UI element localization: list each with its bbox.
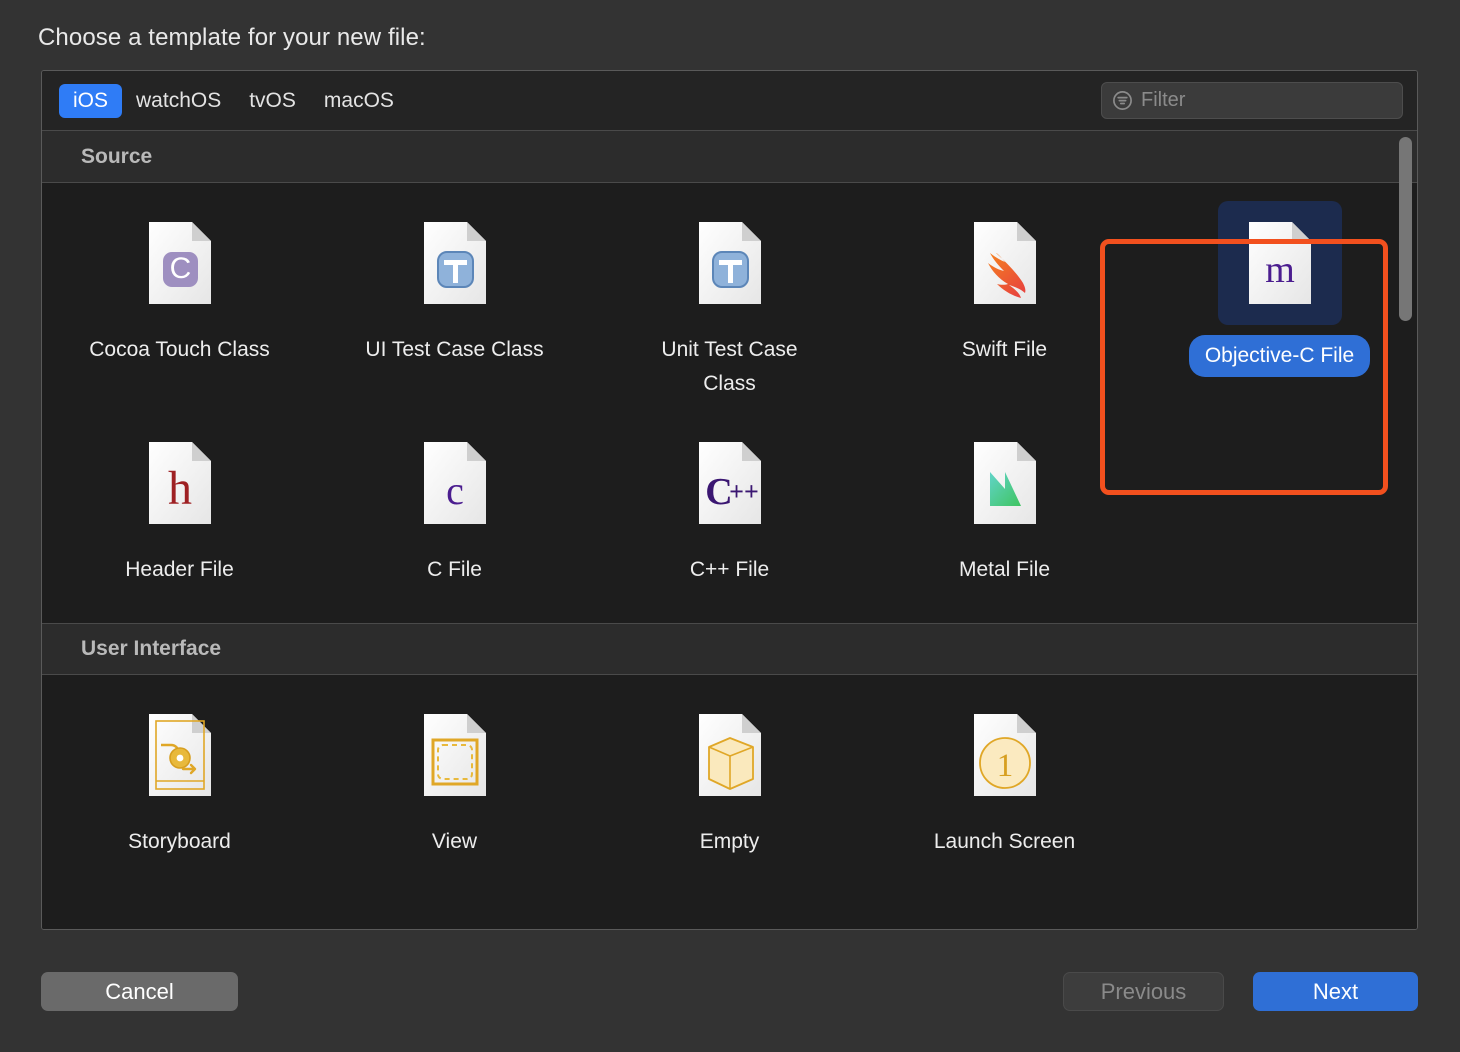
platform-toolbar: iOS watchOS tvOS macOS Filter — [42, 71, 1417, 131]
template-tile-cpp-file[interactable]: C ++ C++ File — [592, 403, 867, 623]
tile-icon-wrap: C ++ — [668, 421, 792, 545]
template-grid-user-interface: Storyboard View Empty 1 Launch Screen — [42, 675, 1417, 875]
tab-tvos[interactable]: tvOS — [235, 84, 310, 118]
template-tile-empty[interactable]: Empty — [592, 675, 867, 875]
tile-icon-wrap — [668, 693, 792, 817]
svg-text:h: h — [168, 462, 192, 515]
template-tile-ui-test-case-class[interactable]: UI Test Case Class — [317, 183, 592, 403]
template-tile-label: Swift File — [961, 338, 1048, 361]
template-tile-label: Unit Test Case Class — [661, 338, 798, 395]
template-tile-label: Cocoa Touch Class — [89, 338, 270, 361]
cancel-button[interactable]: Cancel — [41, 972, 238, 1011]
template-tile-label: Storyboard — [128, 830, 231, 853]
tile-icon-wrap — [393, 201, 517, 325]
scrollbar-thumb[interactable] — [1399, 137, 1412, 321]
tile-icon-wrap: 1 — [943, 693, 1067, 817]
vertical-scrollbar[interactable] — [1395, 131, 1415, 929]
template-tile-label: UI Test Case Class — [365, 338, 544, 361]
cpp-file-icon: C ++ — [697, 440, 763, 526]
new-file-template-dialog: Choose a template for your new file: iOS… — [0, 0, 1460, 1052]
template-chooser-panel: iOS watchOS tvOS macOS Filter Source C C… — [41, 70, 1418, 930]
template-tile-label-selected: Objective-C File — [1188, 335, 1371, 377]
tile-icon-wrap-selected: m — [1217, 201, 1342, 325]
template-tile-storyboard[interactable]: Storyboard — [42, 675, 317, 875]
svg-text:1: 1 — [996, 748, 1013, 784]
section-header-user-interface: User Interface — [42, 623, 1417, 675]
filter-icon — [1112, 90, 1133, 111]
section-header-source: Source — [42, 131, 1417, 183]
filter-search-box[interactable]: Filter — [1101, 82, 1403, 119]
tile-icon-wrap — [668, 201, 792, 325]
filter-input[interactable]: Filter — [1141, 89, 1185, 112]
unit-test-case-class-icon — [697, 220, 763, 306]
template-tile-label: Header File — [125, 558, 234, 581]
svg-text:c: c — [446, 468, 464, 513]
template-tile-launch-screen[interactable]: 1 Launch Screen — [867, 675, 1142, 875]
launch-screen-icon: 1 — [972, 712, 1038, 798]
previous-button[interactable]: Previous — [1063, 972, 1224, 1011]
tile-icon-wrap: c — [393, 421, 517, 545]
template-grid-source: C Cocoa Touch Class UI Test Case Class U… — [42, 183, 1417, 623]
storyboard-icon — [147, 712, 213, 798]
empty-icon — [697, 712, 763, 798]
svg-text:m: m — [1265, 249, 1295, 291]
template-tile-label: Metal File — [958, 558, 1051, 581]
tab-ios[interactable]: iOS — [59, 84, 123, 118]
metal-file-icon — [972, 440, 1038, 526]
page-title: Choose a template for your new file: — [38, 24, 426, 51]
template-tile-view[interactable]: View — [317, 675, 592, 875]
view-icon — [422, 712, 488, 798]
template-tile-c-file[interactable]: c C File — [317, 403, 592, 623]
section-header-source-label: Source — [81, 144, 153, 168]
objective-c-file-icon: m — [1247, 220, 1313, 306]
template-grid-spacer — [1142, 675, 1417, 875]
svg-text:++: ++ — [729, 477, 759, 506]
tile-icon-wrap: C — [118, 201, 242, 325]
template-tile-label: C++ File — [689, 558, 770, 581]
platform-tabs: iOS watchOS tvOS macOS — [59, 84, 408, 118]
tile-icon-wrap — [118, 693, 242, 817]
template-grid-spacer — [1142, 403, 1417, 623]
c-file-icon: c — [422, 440, 488, 526]
template-tile-swift-file[interactable]: Swift File — [867, 183, 1142, 403]
svg-text:C: C — [169, 252, 191, 285]
section-body-source: C Cocoa Touch Class UI Test Case Class U… — [42, 183, 1417, 623]
next-button[interactable]: Next — [1253, 972, 1418, 1011]
ui-test-case-class-icon — [422, 220, 488, 306]
template-tile-metal-file[interactable]: Metal File — [867, 403, 1142, 623]
swift-file-icon — [972, 220, 1038, 306]
template-tile-label: Launch Screen — [933, 830, 1076, 853]
cocoa-touch-class-icon: C — [147, 220, 213, 306]
tile-icon-wrap — [943, 421, 1067, 545]
template-tile-cocoa-touch-class[interactable]: C Cocoa Touch Class — [42, 183, 317, 403]
template-tile-objective-c-file[interactable]: m Objective-C File — [1142, 183, 1417, 403]
tile-icon-wrap — [393, 693, 517, 817]
tile-icon-wrap — [943, 201, 1067, 325]
tile-icon-wrap: h — [118, 421, 242, 545]
template-scroll-area: Source C Cocoa Touch Class UI Test Case … — [42, 131, 1417, 929]
template-tile-label: C File — [427, 558, 482, 581]
header-file-icon: h — [147, 440, 213, 526]
template-tile-unit-test-case-class[interactable]: Unit Test Case Class — [592, 183, 867, 403]
template-tile-label: Empty — [699, 830, 760, 853]
template-tile-header-file[interactable]: h Header File — [42, 403, 317, 623]
section-body-user-interface: Storyboard View Empty 1 Launch Screen — [42, 675, 1417, 875]
tab-watchos[interactable]: watchOS — [122, 84, 235, 118]
template-tile-label: View — [431, 830, 478, 853]
section-header-user-interface-label: User Interface — [81, 637, 222, 660]
tab-macos[interactable]: macOS — [310, 84, 408, 118]
